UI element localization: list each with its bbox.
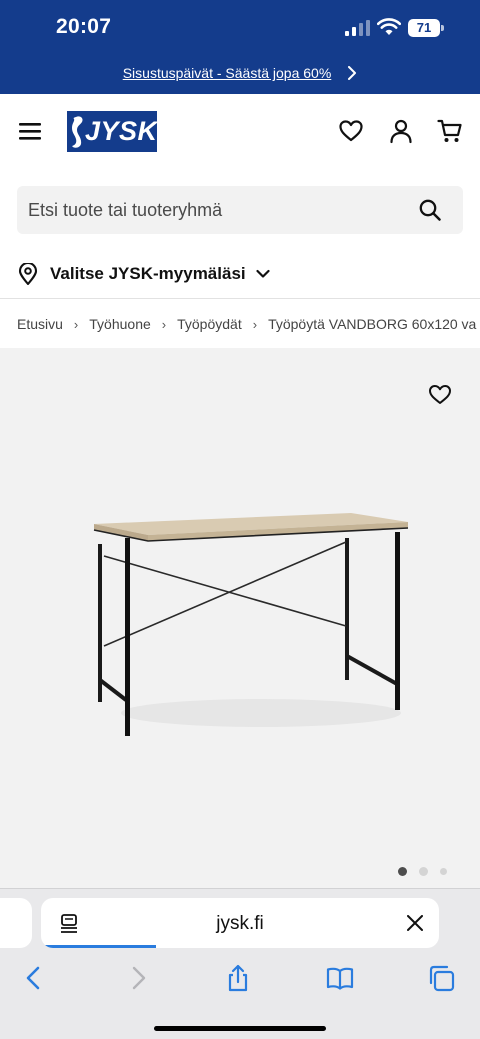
bookmarks-book-icon[interactable] [326, 964, 354, 992]
status-time: 20:07 [56, 15, 112, 38]
store-selector-label: Valitse JYSK-myymäläsi [50, 264, 246, 283]
product-image-desk [93, 513, 409, 736]
account-user-icon[interactable] [388, 118, 414, 144]
back-arrow-icon[interactable] [20, 964, 48, 992]
store-selector[interactable]: Valitse JYSK-myymäläsi [18, 258, 270, 290]
gallery-dot-active[interactable] [398, 867, 407, 876]
breadcrumb-separator: › [161, 316, 167, 332]
location-pin-icon [18, 263, 38, 285]
hamburger-menu-icon[interactable] [18, 121, 42, 141]
browser-toolbar: jysk.fi [0, 888, 480, 1039]
breadcrumb-item-tyohuone[interactable]: Työhuone [89, 316, 151, 332]
jysk-logo[interactable]: JYSK [67, 111, 157, 152]
address-bar-url: jysk.fi [216, 913, 264, 934]
wifi-icon [377, 18, 401, 35]
promo-banner[interactable]: Sisustuspäivät - Säästä jopa 60% [0, 52, 480, 94]
promo-link[interactable]: Sisustuspäivät - Säästä jopa 60% [123, 65, 332, 81]
page-load-progress [41, 945, 157, 948]
battery-nub [441, 25, 444, 31]
section-divider [0, 298, 480, 299]
battery-icon: 71 [408, 19, 444, 37]
home-indicator [154, 1026, 326, 1031]
breadcrumb-separator: › [252, 316, 258, 332]
status-bar: 20:07 71 [0, 0, 480, 52]
breadcrumb-item-current: Työpöytä VANDBORG 60x120 va [268, 316, 477, 332]
search-bar [17, 186, 463, 234]
forward-arrow-icon[interactable] [124, 964, 152, 992]
chevron-right-icon [348, 66, 357, 80]
logo-wordmark: JYSK [85, 116, 158, 146]
breadcrumb: Etusivu › Työhuone › Työpöydät › Työpöyt… [17, 313, 480, 335]
tabs-overview-icon[interactable] [428, 964, 456, 992]
site-header: JYSK [0, 94, 480, 168]
add-to-wishlist-heart-icon[interactable] [428, 383, 452, 405]
product-image-gallery[interactable] [0, 348, 480, 888]
address-bar[interactable]: jysk.fi [41, 898, 439, 948]
breadcrumb-separator: › [73, 316, 79, 332]
gallery-pagination [398, 867, 447, 876]
breadcrumb-item-etusivu[interactable]: Etusivu [17, 316, 63, 332]
battery-level: 71 [408, 19, 440, 37]
search-input[interactable] [28, 186, 408, 234]
wishlist-heart-icon[interactable] [338, 118, 364, 144]
gallery-dot[interactable] [440, 868, 447, 875]
close-icon[interactable] [407, 915, 423, 931]
gallery-dot[interactable] [419, 867, 428, 876]
chevron-down-icon [256, 269, 270, 278]
cellular-signal-icon [345, 20, 370, 36]
previous-tab-card[interactable] [0, 898, 32, 948]
shopping-cart-icon[interactable] [437, 118, 463, 144]
search-icon[interactable] [419, 199, 441, 221]
share-icon[interactable] [224, 964, 252, 992]
breadcrumb-item-tyopoydat[interactable]: Työpöydät [177, 316, 242, 332]
